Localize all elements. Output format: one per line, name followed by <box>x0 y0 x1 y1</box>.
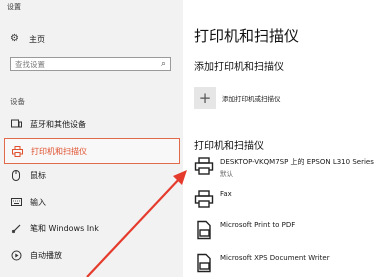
device-name: Fax <box>220 190 232 198</box>
sidebar-item-bluetooth[interactable]: 蓝牙和其他设备 <box>4 115 180 133</box>
sidebar-item-label: 输入 <box>30 197 46 207</box>
printer-icon <box>11 145 23 157</box>
sidebar-item-label: 蓝牙和其他设备 <box>30 119 86 129</box>
home-gear-icon: ⚙ <box>10 33 19 44</box>
home-label: 主页 <box>29 34 45 44</box>
sidebar-item-printers[interactable]: 打印机和扫描仪 <box>4 138 180 164</box>
xps-printer-icon <box>194 253 214 273</box>
device-item-xps-writer[interactable]: Microsoft XPS Document Writer <box>194 253 392 275</box>
add-printer-button[interactable]: + 添加打印机或扫描仪 <box>194 86 281 110</box>
device-name: Microsoft XPS Document Writer <box>220 254 330 262</box>
add-section-heading: 添加打印机和扫描仪 <box>194 62 284 73</box>
search-placeholder: 查找设置 <box>15 59 45 69</box>
search-input[interactable]: 查找设置 ⌕ <box>10 57 171 71</box>
bluetooth-devices-icon <box>10 118 22 130</box>
sidebar-item-pen[interactable]: 笔和 Windows Ink <box>4 219 180 237</box>
main-panel: 打印机和扫描仪 添加打印机和扫描仪 + 添加打印机或扫描仪 打印机和扫描仪 DE… <box>183 0 392 277</box>
device-item-epson[interactable]: DESKTOP-VKQM7SP 上的 EPSON L310 Series 默认 <box>194 156 392 178</box>
sidebar-item-typing[interactable]: 输入 <box>4 193 180 211</box>
sidebar-item-autoplay[interactable]: 自动播放 <box>4 246 180 264</box>
mouse-icon <box>10 169 22 181</box>
device-item-fax[interactable]: Fax <box>194 189 392 211</box>
device-name: Microsoft Print to PDF <box>220 221 296 229</box>
device-item-print-to-pdf[interactable]: Microsoft Print to PDF <box>194 220 392 242</box>
sidebar-item-label: 打印机和扫描仪 <box>31 146 87 156</box>
fax-icon <box>194 189 214 209</box>
device-name: DESKTOP-VKQM7SP 上的 EPSON L310 Series <box>220 158 374 166</box>
section-label-devices: 设备 <box>10 97 25 106</box>
device-status: 默认 <box>220 170 233 178</box>
window-title: 设置 <box>7 3 21 11</box>
sidebar-item-label: 笔和 Windows Ink <box>30 223 99 233</box>
add-printer-label: 添加打印机或扫描仪 <box>222 95 281 103</box>
autoplay-icon <box>10 249 22 261</box>
sidebar-item-label: 鼠标 <box>30 170 46 180</box>
pdf-printer-icon <box>194 220 214 240</box>
sidebar-item-mouse[interactable]: 鼠标 <box>4 166 180 184</box>
page-title: 打印机和扫描仪 <box>194 27 300 45</box>
sidebar-item-label: 自动播放 <box>30 250 62 260</box>
home-nav-item[interactable]: ⚙ 主页 <box>10 32 45 46</box>
keyboard-icon <box>10 196 22 208</box>
search-icon[interactable]: ⌕ <box>161 59 166 69</box>
printer-icon <box>194 156 214 176</box>
pen-icon <box>10 222 22 234</box>
printers-list-heading: 打印机和扫描仪 <box>194 141 264 152</box>
sidebar: 设置 ⚙ 主页 查找设置 ⌕ 设备 蓝牙和其他设备 打印机和扫描仪 鼠标 输入 <box>0 0 183 277</box>
plus-icon: + <box>194 87 216 109</box>
